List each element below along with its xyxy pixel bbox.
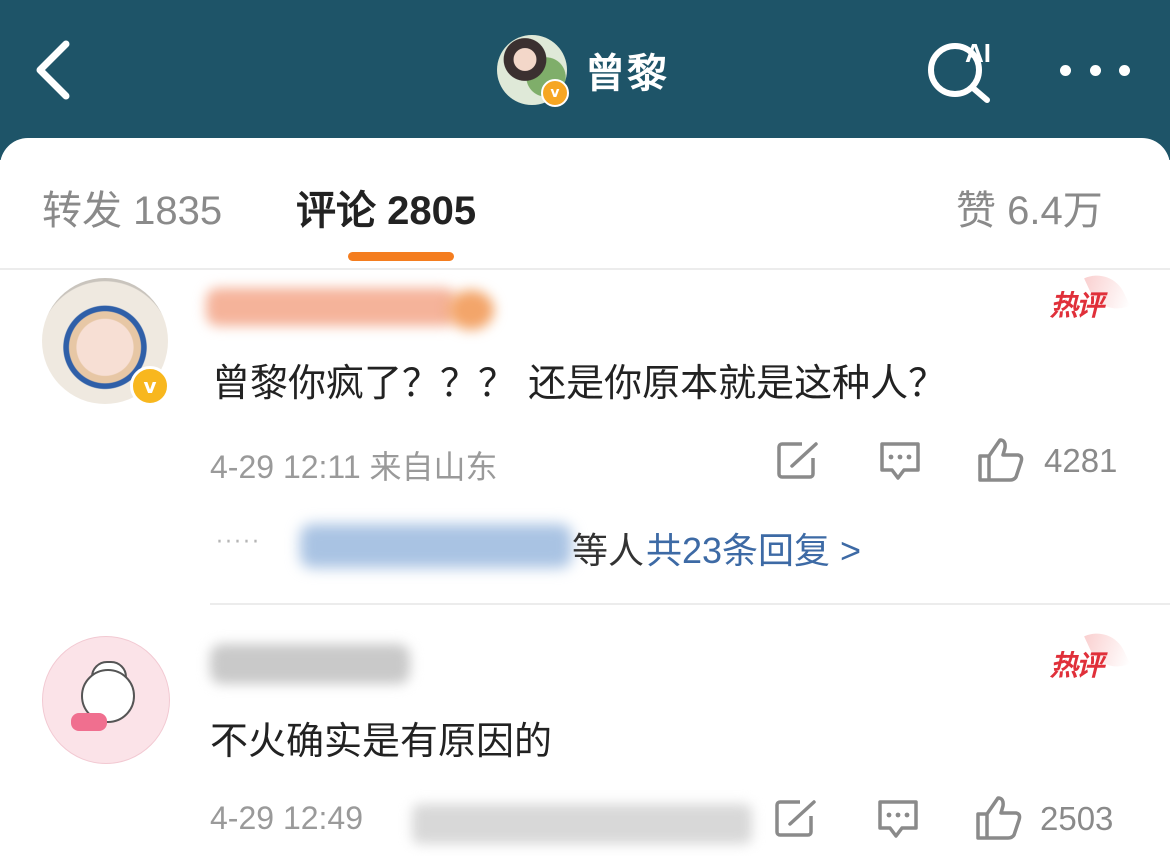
like-thumb-icon[interactable]	[976, 436, 1026, 484]
member-badge-blurred	[448, 290, 494, 330]
page-title: 曾黎	[585, 51, 669, 97]
verified-badge-icon: v	[130, 366, 170, 406]
ai-search-icon[interactable]: AI	[925, 36, 1005, 104]
comments-panel	[0, 138, 1170, 856]
repost-icon[interactable]	[776, 440, 820, 480]
commenter-name-blurred[interactable]	[206, 288, 456, 326]
comment-text: 不火确实是有原因的	[210, 719, 553, 763]
location-blurred	[412, 804, 752, 844]
author-avatar[interactable]: v	[497, 35, 569, 107]
like-count: 2503	[1040, 800, 1114, 837]
replier-names-blurred	[300, 524, 572, 568]
repost-icon[interactable]	[774, 798, 818, 838]
reply-dots: ·····	[216, 530, 261, 555]
like-count: 4281	[1044, 442, 1118, 479]
tab-divider	[0, 268, 1170, 270]
view-replies-link[interactable]: 共23条回复 >	[646, 522, 861, 574]
verified-badge-icon: v	[541, 79, 569, 107]
more-options-icon[interactable]	[1060, 60, 1130, 80]
comment-meta: 4-29 12:49	[210, 800, 364, 836]
header-title-group[interactable]: v 曾黎	[497, 34, 669, 107]
hot-comment-badge: 热评	[1050, 289, 1104, 322]
tab-likes[interactable]: 赞 6.4万	[956, 178, 1103, 236]
commenter-avatar[interactable]	[42, 636, 170, 764]
comment-meta: 4-29 12:11 来自山东	[210, 449, 498, 485]
comment-divider	[210, 603, 1170, 605]
tab-comments[interactable]: 评论 2805	[296, 178, 476, 236]
ai-label: AI	[965, 38, 991, 68]
comment-icon[interactable]	[876, 798, 920, 840]
tab-reposts[interactable]: 转发 1835	[42, 178, 222, 236]
active-tab-indicator	[348, 252, 454, 261]
commenter-name-blurred[interactable]	[210, 644, 410, 684]
hot-comment-badge: 热评	[1050, 649, 1104, 682]
back-arrow-icon[interactable]	[30, 38, 80, 102]
comment-icon[interactable]	[878, 440, 922, 482]
like-thumb-icon[interactable]	[974, 794, 1024, 842]
comment-text: 曾黎你疯了？？？ 还是你原本就是这种人？	[212, 361, 947, 405]
reply-suffix: 等人	[572, 531, 645, 572]
